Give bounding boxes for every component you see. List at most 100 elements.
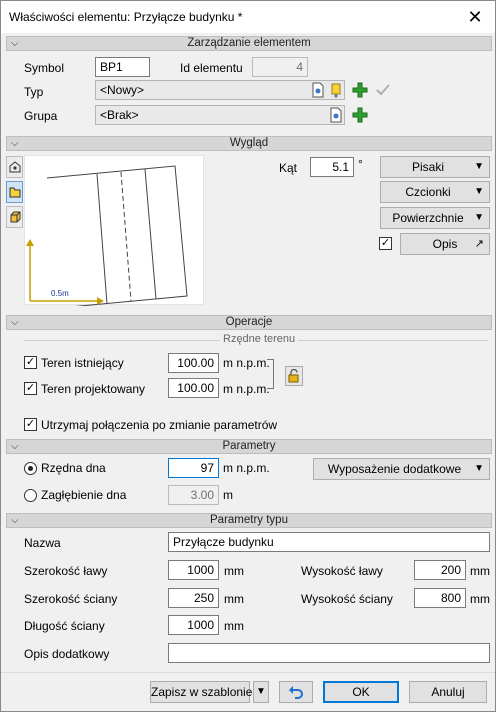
existing-terrain-label: Teren istniejący bbox=[41, 356, 124, 370]
apply-type-icon bbox=[373, 80, 393, 100]
section-type-parameters-label: Parametry typu bbox=[210, 514, 288, 526]
type-label: Typ bbox=[24, 85, 44, 99]
footing-height-unit: mm bbox=[470, 564, 490, 578]
ok-button-label: OK bbox=[352, 685, 370, 699]
fonts-button-label: Czcionki bbox=[405, 185, 451, 199]
group-lookup-icon[interactable] bbox=[326, 105, 346, 125]
window-title: Właściwości elementu: Przyłącze budynku … bbox=[9, 10, 243, 24]
angle-label: Kąt bbox=[279, 161, 298, 175]
existing-terrain-input[interactable]: 100.00 bbox=[168, 353, 219, 373]
type-select-value: <Nowy> bbox=[100, 83, 145, 97]
chevron-down-icon: ⌵ bbox=[11, 515, 19, 526]
section-management-label: Zarządzanie elementem bbox=[187, 37, 311, 49]
section-appearance-label: Wygląd bbox=[229, 137, 269, 149]
view-3d-tab[interactable] bbox=[6, 156, 23, 178]
section-type-parameters-header[interactable]: ⌵ Parametry typu bbox=[6, 513, 492, 528]
undo-button[interactable] bbox=[279, 681, 313, 703]
section-parameters-label: Parametry bbox=[222, 440, 276, 452]
add-group-icon[interactable] bbox=[350, 105, 370, 125]
symbol-label: Symbol bbox=[24, 61, 65, 75]
cancel-button-label: Anuluj bbox=[431, 685, 465, 699]
wall-length-unit: mm bbox=[224, 619, 244, 633]
bottom-ordinate-unit: m n.p.m. bbox=[223, 461, 270, 475]
close-button[interactable]: ✕ bbox=[463, 5, 487, 29]
pens-button[interactable]: Pisaki ▼ bbox=[380, 156, 490, 178]
wall-height-label: Wysokość ściany bbox=[301, 592, 393, 606]
save-template-label: Zapisz w szablonie bbox=[151, 685, 253, 699]
add-type-icon[interactable] bbox=[350, 80, 370, 100]
footing-width-label: Szerokość ławy bbox=[24, 564, 108, 578]
open-dialog-icon: ↗ bbox=[474, 238, 484, 250]
symbol-input[interactable]: BP1 bbox=[95, 57, 150, 77]
bottom-ordinate-input[interactable]: 97 bbox=[168, 458, 219, 478]
description-checkbox[interactable]: ✓ bbox=[379, 237, 392, 250]
chevron-down-icon: ▼ bbox=[474, 186, 484, 197]
group-select[interactable]: <Brak> bbox=[95, 105, 345, 125]
section-operations-header[interactable]: ⌵ Operacje bbox=[6, 315, 492, 330]
angle-unit: ° bbox=[358, 157, 363, 171]
chevron-down-icon: ▼ bbox=[474, 161, 484, 172]
wall-width-input[interactable]: 250 bbox=[168, 588, 219, 608]
element-id-field: 4 bbox=[252, 57, 308, 77]
surfaces-button[interactable]: Powierzchnie ▼ bbox=[380, 207, 490, 229]
keep-connections-checkbox[interactable]: ✓ bbox=[24, 418, 37, 431]
bottom-ordinate-radio[interactable] bbox=[24, 462, 37, 475]
unlock-icon[interactable] bbox=[285, 366, 303, 386]
description-button[interactable]: Opis ↗ bbox=[400, 233, 490, 255]
terrain-ordinates-label: Rzędne terenu bbox=[220, 333, 299, 345]
designed-terrain-checkbox[interactable]: ✓ bbox=[24, 382, 37, 395]
name-input[interactable]: Przyłącze budynku bbox=[168, 532, 490, 552]
wall-length-label: Długość ściany bbox=[24, 619, 105, 633]
footing-width-input[interactable]: 1000 bbox=[168, 560, 219, 580]
save-template-dropdown[interactable]: ▼ bbox=[253, 681, 269, 703]
additional-equipment-label: Wyposażenie dodatkowe bbox=[327, 462, 462, 476]
additional-equipment-button[interactable]: Wyposażenie dodatkowe ▼ bbox=[313, 458, 490, 480]
fonts-button[interactable]: Czcionki ▼ bbox=[380, 181, 490, 203]
ok-button[interactable]: OK bbox=[323, 681, 399, 703]
extra-description-label: Opis dodatkowy bbox=[24, 647, 110, 661]
chevron-down-icon: ⌵ bbox=[11, 38, 19, 49]
pens-button-label: Pisaki bbox=[411, 160, 444, 174]
type-library-icon[interactable] bbox=[326, 80, 346, 100]
footing-height-label: Wysokość ławy bbox=[301, 564, 383, 578]
chevron-down-icon: ▼ bbox=[474, 463, 484, 474]
preview-drawing bbox=[26, 165, 188, 309]
surfaces-button-label: Powierzchnie bbox=[392, 211, 464, 225]
properties-dialog: Właściwości elementu: Przyłącze budynku … bbox=[0, 0, 496, 712]
bottom-depth-unit: m bbox=[223, 488, 233, 502]
designed-terrain-label: Teren projektowany bbox=[41, 382, 146, 396]
wall-height-input[interactable]: 800 bbox=[414, 588, 466, 608]
type-lookup-icon[interactable] bbox=[308, 80, 328, 100]
section-parameters-header[interactable]: ⌵ Parametry bbox=[6, 439, 492, 454]
designed-terrain-unit: m n.p.m. bbox=[223, 382, 270, 396]
keep-connections-label: Utrzymaj połączenia po zmianie parametró… bbox=[41, 418, 278, 432]
footing-width-unit: mm bbox=[224, 564, 244, 578]
existing-terrain-checkbox[interactable]: ✓ bbox=[24, 356, 37, 369]
wall-width-unit: mm bbox=[224, 592, 244, 606]
cancel-button[interactable]: Anuluj bbox=[409, 681, 487, 703]
wall-width-label: Szerokość ściany bbox=[24, 592, 118, 606]
terrain-link-bracket bbox=[267, 359, 274, 389]
bottom-ordinate-label: Rzędna dna bbox=[41, 461, 106, 475]
save-template-button[interactable]: Zapisz w szablonie bbox=[150, 681, 253, 703]
chevron-down-icon: ⌵ bbox=[11, 138, 19, 149]
name-label: Nazwa bbox=[24, 536, 61, 550]
footing-height-input[interactable]: 200 bbox=[414, 560, 466, 580]
chevron-down-icon: ⌵ bbox=[11, 441, 19, 452]
designed-terrain-input[interactable]: 100.00 bbox=[168, 378, 219, 398]
existing-terrain-unit: m n.p.m. bbox=[223, 356, 270, 370]
extra-description-input[interactable] bbox=[168, 643, 490, 663]
bottom-depth-radio[interactable] bbox=[24, 489, 37, 502]
group-select-value: <Brak> bbox=[100, 108, 139, 122]
element-id-label: Id elementu bbox=[180, 61, 243, 75]
wall-length-input[interactable]: 1000 bbox=[168, 615, 219, 635]
section-appearance-header[interactable]: ⌵ Wygląd bbox=[6, 136, 492, 151]
wall-height-unit: mm bbox=[470, 592, 490, 606]
angle-input[interactable]: 5.1 bbox=[310, 157, 354, 177]
title-bar: Właściwości elementu: Przyłącze budynku … bbox=[1, 1, 495, 33]
view-plan-tab[interactable] bbox=[6, 181, 23, 203]
view-section-tab[interactable] bbox=[6, 206, 23, 228]
section-management-header[interactable]: ⌵ Zarządzanie elementem bbox=[6, 36, 492, 51]
chevron-down-icon: ▼ bbox=[256, 686, 266, 697]
chevron-down-icon: ▼ bbox=[474, 212, 484, 223]
